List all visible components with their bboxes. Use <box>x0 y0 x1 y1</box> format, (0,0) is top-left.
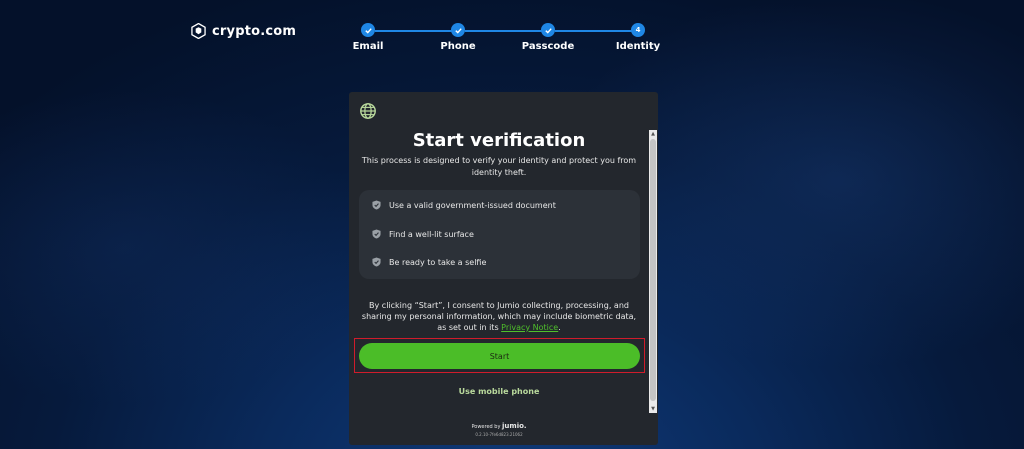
scrollbar[interactable]: ▲ ▼ <box>649 130 657 413</box>
tip-item: Be ready to take a selfie <box>372 257 486 267</box>
shield-check-icon <box>372 257 381 267</box>
step-email: Email <box>352 23 384 52</box>
shield-check-icon <box>372 200 381 210</box>
step-label-phone: Phone <box>440 41 476 52</box>
tip-item: Use a valid government-issued document <box>372 200 556 210</box>
description-text: This process is designed to verify your … <box>361 156 637 177</box>
consent-text: By clicking “Start”, I consent to Jumio … <box>357 300 641 333</box>
tip-text: Use a valid government-issued document <box>389 200 556 210</box>
step-connector <box>465 30 543 32</box>
crypto-com-logo[interactable]: crypto.com <box>191 23 296 39</box>
powered-by-text: Powered by <box>471 424 501 430</box>
tip-text: Be ready to take a selfie <box>389 257 487 267</box>
tips-panel: Use a valid government-issued document F… <box>359 190 640 279</box>
version-text: 0.2.10-7fe6d823.21062 <box>475 432 523 437</box>
step-connector <box>555 30 633 32</box>
step-label-passcode: Passcode <box>521 41 575 52</box>
step-number-badge: 4 <box>631 23 645 37</box>
privacy-notice-link[interactable]: Privacy Notice <box>501 323 558 332</box>
step-connector <box>375 30 453 32</box>
consent-body: By clicking “Start”, I consent to Jumio … <box>361 301 637 332</box>
brand-name: crypto.com <box>212 23 297 39</box>
page-title: Start verification <box>412 130 586 151</box>
step-phone: Phone <box>440 23 476 52</box>
step-label-identity: Identity <box>615 41 661 52</box>
check-icon <box>451 23 465 37</box>
tip-item: Find a well-lit surface <box>372 229 474 239</box>
progress-stepper: Email Phone Passcode 4 Identity <box>352 23 660 57</box>
scrollbar-thumb[interactable] <box>650 139 656 401</box>
scroll-down-arrow-icon[interactable]: ▼ <box>649 405 657 413</box>
globe-icon[interactable] <box>359 102 377 120</box>
step-number: 4 <box>635 26 641 34</box>
tip-text: Find a well-lit surface <box>389 229 474 239</box>
check-icon <box>541 23 555 37</box>
crypto-com-lion-icon <box>191 23 206 39</box>
use-mobile-phone-link[interactable]: Use mobile phone <box>349 387 649 396</box>
scroll-up-arrow-icon[interactable]: ▲ <box>649 130 657 138</box>
powered-by: Powered by jumio. <box>349 422 649 430</box>
step-passcode: Passcode <box>522 23 574 52</box>
step-label-email: Email <box>352 41 384 52</box>
shield-check-icon <box>372 229 381 239</box>
verification-card: Start verification This process is desig… <box>349 92 658 445</box>
consent-period: . <box>558 323 561 332</box>
check-icon <box>361 23 375 37</box>
jumio-logo: jumio. <box>502 422 527 430</box>
step-identity: 4 Identity <box>616 23 660 52</box>
start-button[interactable]: Start <box>359 343 640 369</box>
